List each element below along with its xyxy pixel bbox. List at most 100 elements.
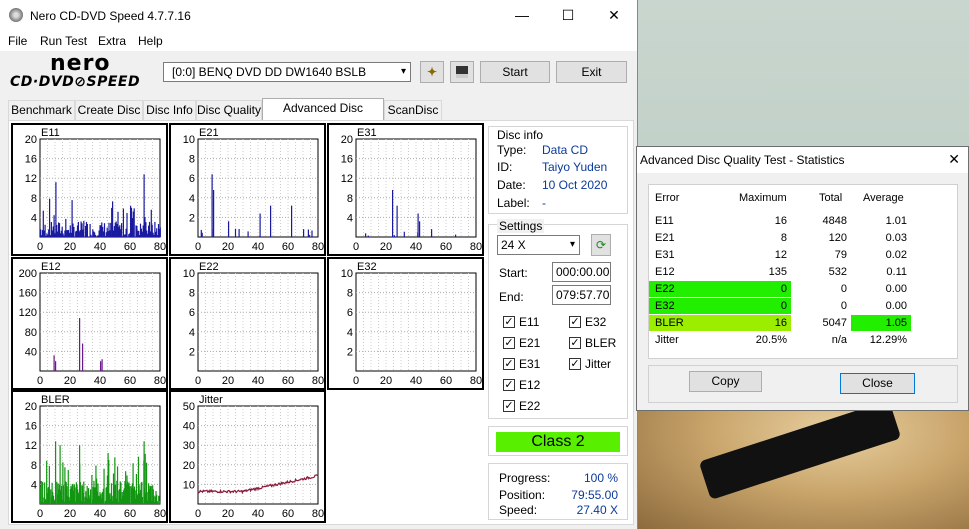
save-button[interactable] — [450, 61, 474, 83]
y-tick-label: 4 — [189, 327, 195, 339]
stat-average: 1.01 — [885, 215, 907, 227]
data-bar — [74, 487, 76, 504]
progress-value: 100 % — [583, 471, 618, 485]
y-tick-label: 2 — [189, 212, 195, 224]
x-tick-label: 40 — [252, 241, 264, 253]
data-bar — [103, 468, 105, 504]
speed-select[interactable]: 24 X ▾ — [497, 235, 580, 255]
checkbox-bler[interactable]: ✓ — [569, 337, 581, 349]
copy-button[interactable]: Copy — [689, 371, 762, 392]
data-bar — [303, 229, 305, 237]
stat-maximum: 12 — [774, 249, 787, 261]
tab-disc-info[interactable]: Disc Info — [143, 100, 196, 120]
y-tick-label: 30 — [183, 440, 195, 452]
stat-error-name: E21 — [655, 232, 675, 244]
y-tick-label: 160 — [19, 288, 37, 300]
chart-svg: 1086420 20 40 60 80 — [183, 268, 324, 387]
x-tick-label: 20 — [222, 241, 234, 253]
data-bar — [42, 481, 44, 504]
data-bar — [82, 343, 84, 371]
title-bar[interactable]: Nero CD-DVD Speed 4.7.7.16 — ☐ ✕ — [0, 0, 637, 31]
y-tick-label: 6 — [189, 307, 195, 319]
y-tick-label: 6 — [347, 307, 353, 319]
data-bar — [48, 466, 50, 504]
data-bar — [53, 355, 55, 371]
y-tick-label: 40 — [183, 421, 195, 433]
class-badge: Class 2 — [496, 432, 620, 452]
start-button[interactable]: Start — [480, 61, 550, 83]
exit-button[interactable]: Exit — [556, 61, 627, 83]
tab-create-disc[interactable]: Create Disc — [75, 100, 143, 120]
stat-total: n/a — [831, 334, 847, 346]
tab-scandisc[interactable]: ScanDisc — [384, 100, 442, 120]
checkbox-e21[interactable]: ✓ — [503, 337, 515, 349]
speed-select-value: 24 X — [501, 238, 526, 252]
y-tick-label: 4 — [31, 212, 37, 224]
chevron-down-icon: ▾ — [569, 239, 575, 250]
maximize-icon[interactable]: ☐ — [545, 0, 591, 31]
menu-help[interactable]: Help — [138, 34, 163, 48]
y-tick-label: 12 — [25, 440, 37, 452]
y-tick-label: 16 — [25, 421, 37, 433]
checkbox-e11[interactable]: ✓ — [503, 316, 515, 328]
menu-extra[interactable]: Extra — [98, 34, 126, 48]
x-tick-label: 60 — [282, 508, 294, 520]
data-bar — [94, 234, 97, 237]
x-tick-label: 20 — [380, 375, 392, 387]
chart-svg: 200 160 120 80 40 0 20 40 60 80 — [19, 268, 166, 387]
nero-logo: nero CD·DVD⊘SPEED — [8, 51, 158, 93]
x-tick-label: 0 — [37, 508, 43, 520]
disc-info-panel: Disc info Type: Data CD ID: Taiyo Yuden … — [488, 126, 628, 214]
chart-svg: 1086420 20 40 60 80 — [341, 268, 482, 387]
dialog-title-bar[interactable]: Advanced Disc Quality Test - Statistics … — [637, 147, 968, 173]
data-bar — [62, 485, 65, 504]
y-tick-label: 12 — [341, 173, 353, 185]
stat-total: 120 — [828, 232, 847, 244]
y-tick-label: 16 — [25, 154, 37, 166]
y-tick-label: 10 — [341, 268, 353, 280]
stat-error-name: E11 — [655, 215, 674, 227]
y-tick-label: 4 — [31, 479, 37, 491]
floppy-disk-icon — [456, 66, 468, 78]
checkbox-e22[interactable]: ✓ — [503, 400, 515, 412]
menu-run-test[interactable]: Run Test — [40, 34, 87, 48]
disc-info-heading: Disc info — [497, 128, 544, 142]
stat-error-name: E22 — [649, 281, 731, 297]
data-bar — [234, 228, 237, 237]
chevron-down-icon: ▾ — [400, 66, 406, 77]
data-bar — [247, 231, 249, 237]
tab-advanced-disc-quality[interactable]: Advanced Disc Quality — [262, 98, 384, 134]
x-tick-label: 80 — [312, 241, 324, 253]
data-bar — [367, 235, 369, 237]
minimize-icon[interactable]: — — [499, 0, 545, 31]
x-tick-label: 80 — [154, 375, 166, 387]
stat-total: 532 — [828, 266, 847, 278]
end-time-input[interactable]: 079:57.70 — [552, 285, 611, 305]
menu-file[interactable]: File — [8, 34, 27, 48]
checkbox-jitter[interactable]: ✓ — [569, 358, 581, 370]
checkbox-e12[interactable]: ✓ — [503, 379, 515, 391]
id-label: ID: — [497, 160, 513, 174]
x-tick-label: 20 — [222, 508, 234, 520]
chart-e32: 10 8 6 4 2 0 20 40 60 80 E32 — [327, 257, 484, 390]
close-button[interactable]: Close — [840, 373, 915, 394]
drive-select[interactable]: [0:0] BENQ DVD DD DW1640 BSLB ▾ — [163, 62, 411, 82]
data-bar — [403, 231, 405, 237]
checkbox-e32[interactable]: ✓ — [569, 316, 581, 328]
x-tick-label: 40 — [410, 241, 422, 253]
stat-average: 0.03 — [885, 232, 907, 244]
refresh-speed-button[interactable]: ⟳ — [591, 234, 611, 256]
close-icon[interactable]: ✕ — [948, 151, 960, 168]
data-bar — [259, 213, 261, 237]
start-time-input[interactable]: 000:00.00 — [552, 262, 611, 282]
drive-info-button[interactable]: ✦ — [420, 61, 444, 83]
close-icon[interactable]: ✕ — [591, 0, 637, 31]
tab-benchmark[interactable]: Benchmark — [8, 100, 75, 120]
x-tick-label: 0 — [37, 375, 43, 387]
chart-bler: 20 16 12 8 4 0 20 40 60 80 BLER — [11, 390, 168, 523]
stat-maximum: 16 — [774, 215, 787, 227]
tab-disc-quality[interactable]: Disc Quality — [196, 100, 262, 120]
data-bar — [417, 213, 419, 237]
chart-e11: 20 16 12 8 4 0 20 40 60 80 E11 — [11, 123, 168, 256]
checkbox-e31[interactable]: ✓ — [503, 358, 515, 370]
